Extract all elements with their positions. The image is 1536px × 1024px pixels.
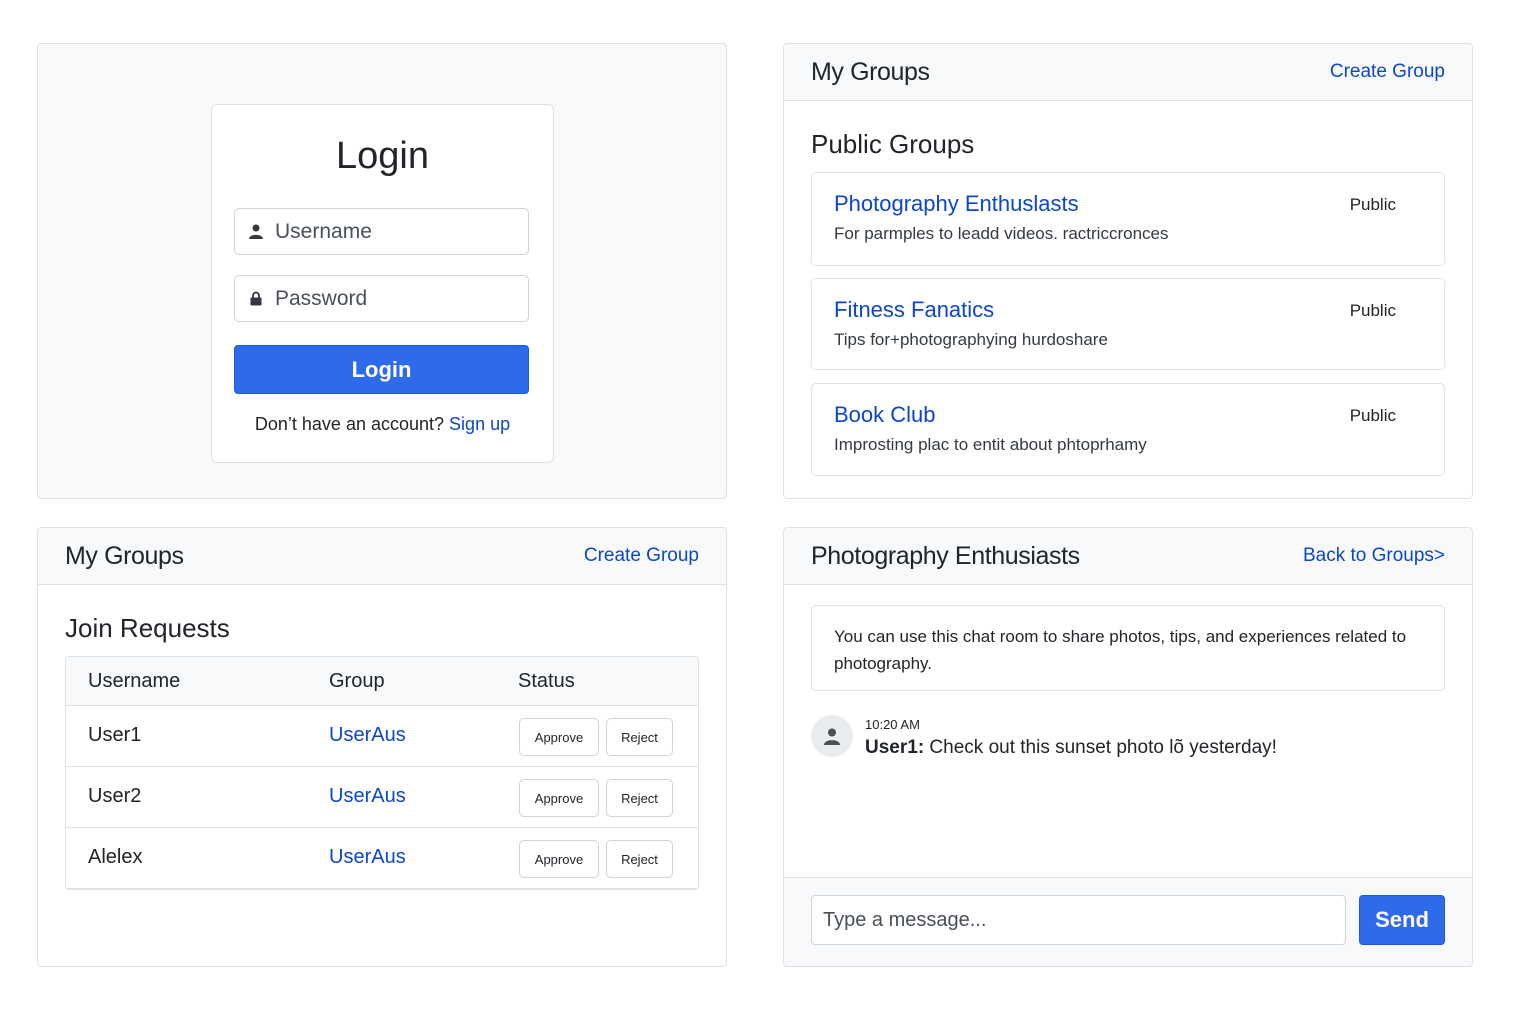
login-card: Login Login Don’t have an account? Sign … [211,104,554,463]
group-card: Fitness Fanatics Tips for+photographying… [811,278,1445,370]
column-header-status: Status [518,670,575,692]
request-group-link[interactable]: UserAus [329,724,406,747]
password-field[interactable] [234,275,529,322]
send-button[interactable]: Send [1359,895,1445,945]
signup-prompt-text: Don’t have an account? [254,414,445,434]
approve-button[interactable]: Approve [519,840,599,878]
message-text: Check out this sunset photo lõ yesterday… [924,737,1277,758]
request-username: User1 [88,724,142,746]
group-visibility: Public [1349,301,1396,320]
join-requests-heading: Join Requests [65,613,230,643]
requests-header: My Groups Create Group [38,528,726,585]
chat-header: Photography Enthusiasts Back to Groups> [784,528,1472,585]
login-button[interactable]: Login [234,345,529,394]
join-requests-table: Username Group Status User1 UserAus Appr… [65,656,699,890]
table-header-row: Username Group Status [66,657,698,706]
chat-panel-title: Photography Enthusiasts [811,541,1080,570]
message-input[interactable] [811,895,1346,945]
requests-panel-title: My Groups [65,541,184,570]
login-panel: Login Login Don’t have an account? Sign … [37,43,727,499]
public-groups-panel: My Groups Create Group Public Groups Pho… [783,43,1473,499]
groups-panel-title: My Groups [811,57,930,86]
request-username: Alelex [88,846,143,868]
username-input[interactable] [275,219,515,244]
request-group-link[interactable]: UserAus [329,785,406,808]
public-groups-heading: Public Groups [811,129,975,159]
group-description: Improsting plac to entit about phtoprham… [834,435,1147,454]
create-group-link[interactable]: Create Group [584,545,699,567]
reject-button[interactable]: Reject [606,718,673,756]
group-visibility: Public [1349,406,1396,425]
group-name-link[interactable]: Photography Enthuslasts [834,191,1079,217]
message-timestamp: 10:20 AM [865,717,920,732]
chat-intro-message: You can use this chat room to share phot… [811,605,1445,691]
group-card: Photography Enthuslasts For parmples to … [811,172,1445,266]
group-description: For parmples to leadd videos. ractriccro… [834,224,1169,243]
signup-link[interactable]: Sign up [449,414,510,434]
password-input[interactable] [275,286,515,311]
join-requests-panel: My Groups Create Group Join Requests Use… [37,527,727,967]
reject-button[interactable]: Reject [606,840,673,878]
column-header-group: Group [329,670,385,692]
approve-button[interactable]: Approve [519,718,599,756]
approve-button[interactable]: Approve [519,779,599,817]
chat-message: User1: Check out this sunset photo lõ ye… [865,737,1277,759]
username-field[interactable] [234,208,529,255]
group-chat-panel: Photography Enthusiasts Back to Groups> … [783,527,1473,967]
table-row: Alelex UserAus Approve Reject [66,828,698,889]
groups-header: My Groups Create Group [784,44,1472,101]
lock-icon [247,290,265,308]
column-header-username: Username [88,670,181,692]
reject-button[interactable]: Reject [606,779,673,817]
table-row: User1 UserAus Approve Reject [66,706,698,767]
group-name-link[interactable]: Book Club [834,402,936,428]
group-card: Book Club Improsting plac to entit about… [811,383,1445,476]
back-to-groups-link[interactable]: Back to Groups> [1303,545,1445,567]
request-group-link[interactable]: UserAus [329,846,406,869]
request-username: User2 [88,785,142,807]
group-name-link[interactable]: Fitness Fanatics [834,297,994,323]
signup-prompt: Don’t have an account? Sign up [212,414,553,435]
avatar-icon [811,715,853,757]
login-title: Login [336,135,429,177]
chat-footer: Send [784,877,1472,966]
user-icon [247,223,265,241]
create-group-link[interactable]: Create Group [1330,61,1445,83]
table-row: User2 UserAus Approve Reject [66,767,698,828]
group-visibility: Public [1349,195,1396,214]
message-author: User1: [865,737,925,758]
group-description: Tips for+photographying hurdoshare [834,330,1108,349]
